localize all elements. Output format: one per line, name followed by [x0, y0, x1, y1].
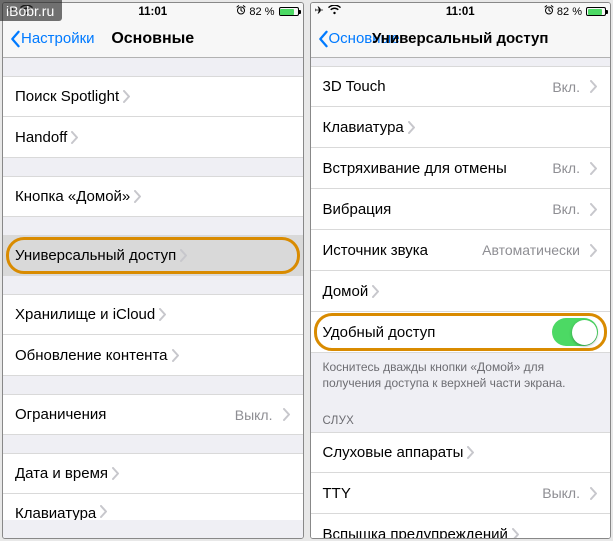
row-tty[interactable]: TTY Выкл. [311, 473, 611, 514]
row-home-button[interactable]: Кнопка «Домой» [3, 176, 303, 217]
row-value: Вкл. [552, 160, 586, 176]
row-label: Удобный доступ [323, 324, 436, 341]
chevron-right-icon [467, 446, 475, 459]
phone-right: ✈ 11:01 82 % Основные Универсальный дост… [310, 2, 612, 539]
row-storage[interactable]: Хранилище и iCloud [3, 294, 303, 335]
wifi-icon [328, 5, 341, 18]
chevron-right-icon [590, 487, 598, 500]
battery-icon [279, 7, 299, 16]
airplane-icon: ✈ [315, 6, 324, 17]
row-value: Автоматически [482, 242, 586, 258]
battery-percent: 82 % [249, 6, 274, 18]
navbar: Основные Универсальный доступ [311, 20, 611, 58]
back-label: Настройки [21, 30, 95, 47]
row-vibration[interactable]: Вибрация Вкл. [311, 189, 611, 230]
chevron-right-icon [71, 131, 79, 144]
chevron-right-icon [180, 249, 188, 262]
row-label: Встряхивание для отмены [323, 160, 507, 177]
row-label: Обновление контента [15, 347, 168, 364]
row-value: Выкл. [542, 485, 586, 501]
row-label: Вспышка предупреждений [323, 526, 508, 538]
row-3d-touch[interactable]: 3D Touch Вкл. [311, 66, 611, 107]
row-label: TTY [323, 485, 351, 502]
chevron-left-icon [9, 30, 21, 48]
statusbar: ✈ 11:01 82 % [311, 3, 611, 20]
status-time: 11:01 [138, 6, 167, 18]
reachability-footer: Коснитесь дважды кнопки «Домой» для полу… [311, 353, 611, 399]
chevron-right-icon [590, 203, 598, 216]
row-label: Универсальный доступ [15, 247, 176, 264]
chevron-right-icon [159, 308, 167, 321]
chevron-right-icon [134, 190, 142, 203]
alarm-icon [544, 5, 554, 18]
row-restrictions[interactable]: Ограничения Выкл. [3, 394, 303, 435]
row-label: 3D Touch [323, 78, 386, 95]
status-time: 11:01 [446, 6, 475, 18]
row-value: Выкл. [235, 407, 279, 423]
row-label: Домой [323, 283, 369, 300]
row-label: Слуховые аппараты [323, 444, 464, 461]
watermark: iBobr.ru [0, 0, 62, 21]
back-button[interactable]: Настройки [9, 30, 95, 48]
battery-percent: 82 % [557, 6, 582, 18]
chevron-right-icon [123, 90, 131, 103]
chevron-right-icon [590, 162, 598, 175]
chevron-right-icon [100, 505, 108, 518]
row-spotlight[interactable]: Поиск Spotlight [3, 76, 303, 117]
accessibility-list[interactable]: 3D Touch Вкл. Клавиатура Встряхивание дл… [311, 58, 611, 538]
chevron-left-icon [317, 30, 329, 48]
chevron-right-icon [283, 408, 291, 421]
reachability-switch[interactable] [552, 318, 598, 346]
row-shake-undo[interactable]: Встряхивание для отмены Вкл. [311, 148, 611, 189]
row-label: Поиск Spotlight [15, 88, 119, 105]
row-label: Источник звука [323, 242, 428, 259]
chevron-right-icon [590, 80, 598, 93]
row-keyboard[interactable]: Клавиатура [3, 494, 303, 520]
phone-left: ✈ 11:01 82 % Настройки Основные Поиск Sp… [2, 2, 304, 539]
row-label: Handoff [15, 129, 67, 146]
chevron-right-icon [372, 285, 380, 298]
row-label: Дата и время [15, 465, 108, 482]
page-title: Основные [111, 30, 194, 48]
row-led-flash[interactable]: Вспышка предупреждений [311, 514, 611, 538]
row-label: Клавиатура [323, 119, 404, 136]
row-home[interactable]: Домой [311, 271, 611, 312]
alarm-icon [236, 5, 246, 18]
row-date-time[interactable]: Дата и время [3, 453, 303, 494]
row-value: Вкл. [552, 201, 586, 217]
row-accessibility[interactable]: Универсальный доступ [3, 235, 303, 276]
settings-list[interactable]: Поиск Spotlight Handoff Кнопка «Домой» У… [3, 58, 303, 538]
section-header-hearing: СЛУХ [311, 399, 611, 432]
chevron-right-icon [590, 244, 598, 257]
row-label: Кнопка «Домой» [15, 188, 130, 205]
row-reachability[interactable]: Удобный доступ [311, 312, 611, 353]
row-background-refresh[interactable]: Обновление контента [3, 335, 303, 376]
row-hearing-aids[interactable]: Слуховые аппараты [311, 432, 611, 473]
chevron-right-icon [112, 467, 120, 480]
row-audio-route[interactable]: Источник звука Автоматически [311, 230, 611, 271]
row-handoff[interactable]: Handoff [3, 117, 303, 158]
row-label: Ограничения [15, 406, 106, 423]
chevron-right-icon [408, 121, 416, 134]
row-value: Вкл. [552, 79, 586, 95]
page-title: Универсальный доступ [372, 30, 548, 47]
row-keyboard[interactable]: Клавиатура [311, 107, 611, 148]
row-label: Вибрация [323, 201, 392, 218]
navbar: Настройки Основные [3, 20, 303, 58]
row-label: Хранилище и iCloud [15, 306, 155, 323]
chevron-right-icon [512, 528, 520, 538]
chevron-right-icon [172, 349, 180, 362]
row-label: Клавиатура [15, 505, 96, 520]
battery-icon [586, 7, 606, 16]
